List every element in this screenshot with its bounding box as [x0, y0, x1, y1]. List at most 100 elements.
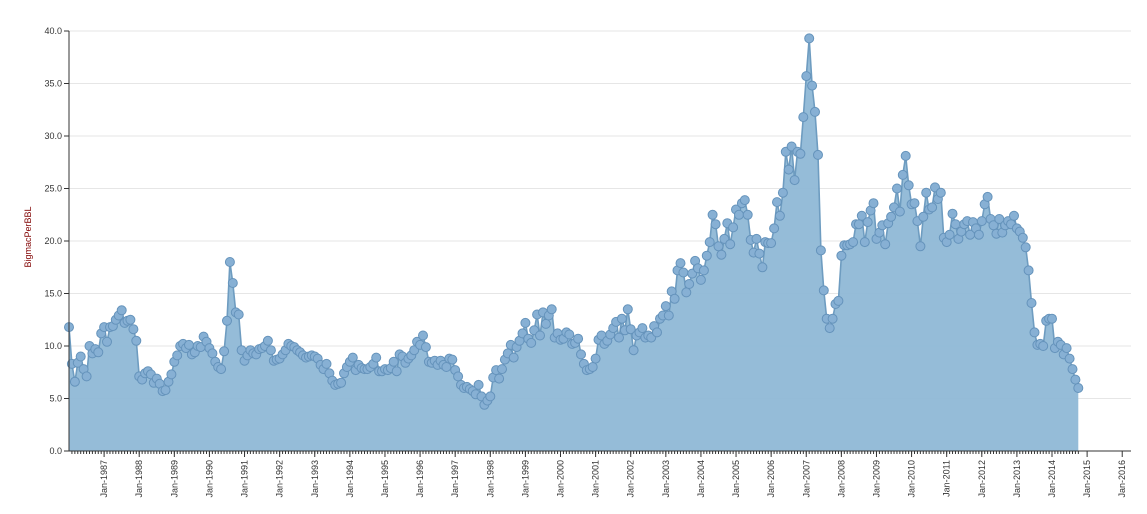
x-tick-label: Jan-2014 [1047, 460, 1057, 498]
area-chart: 0.0 5.0 10.0 15.0 20.0 25.0 30.0 35.0 40.0 Jan-1… [23, 26, 1131, 498]
data-point [725, 239, 736, 250]
data-point [807, 80, 818, 91]
x-axis: Jan-1987 Jan-1988 Jan-1989 Jan-1990 Jan-1991… [69, 450, 1131, 498]
data-point [590, 353, 601, 364]
data-point [1023, 265, 1034, 276]
data-point [508, 352, 519, 363]
data-point [102, 336, 112, 347]
data-point [160, 385, 171, 396]
data-point [757, 262, 768, 273]
data-point [216, 364, 227, 375]
data-point [1047, 313, 1057, 324]
data-point [1067, 364, 1078, 375]
data-point [848, 237, 859, 248]
data-point [950, 219, 961, 230]
y-tick-label: 25.0 [44, 184, 62, 194]
x-tick-label: Jan-2009 [871, 460, 881, 498]
data-point [698, 265, 709, 276]
data-point [734, 209, 744, 220]
data-point [184, 339, 194, 350]
data-point [391, 366, 402, 377]
data-point [810, 106, 820, 117]
data-point [681, 287, 692, 298]
x-tick-label: Jan-2012 [977, 460, 987, 498]
data-point [751, 233, 762, 244]
data-point [897, 169, 908, 180]
data-point [616, 313, 627, 324]
x-tick-label: Jan-2008 [836, 460, 846, 498]
data-point [704, 237, 715, 248]
data-point [927, 202, 938, 213]
x-tick-label: Jan-1989 [169, 460, 179, 498]
data-point [526, 337, 537, 348]
x-tick-label: Jan-2000 [556, 460, 566, 498]
y-axis: 0.0 5.0 10.0 15.0 20.0 25.0 30.0 35.0 40.0 [44, 26, 70, 456]
data-point [1017, 232, 1028, 243]
data-point [587, 362, 598, 372]
data-point [894, 206, 905, 217]
data-point [824, 323, 835, 334]
data-point [853, 219, 864, 230]
y-tick-label: 0.0 [49, 446, 62, 456]
data-point [1026, 298, 1037, 308]
data-point [789, 175, 800, 186]
data-point [973, 229, 984, 240]
data-point [1038, 341, 1049, 351]
data-point [827, 313, 838, 324]
data-point [833, 295, 844, 306]
data-point [1061, 343, 1072, 354]
x-tick-label: Jan-1997 [450, 460, 460, 498]
data-point [798, 112, 809, 123]
y-tick-label: 30.0 [44, 131, 62, 141]
data-point [1029, 327, 1040, 338]
data-point [420, 342, 431, 353]
data-point [836, 250, 847, 261]
data-point [701, 250, 712, 261]
data-point [93, 347, 104, 358]
data-point [716, 249, 727, 260]
data-point [262, 335, 273, 346]
data-point [903, 180, 914, 191]
data-point [774, 210, 785, 221]
data-point [540, 318, 551, 329]
data-point [684, 279, 695, 289]
data-point [546, 304, 557, 315]
data-point [321, 358, 332, 369]
data-point [675, 258, 686, 269]
data-point [418, 330, 428, 341]
data-point [166, 369, 177, 380]
y-tick-label: 10.0 [44, 341, 62, 351]
data-point [804, 33, 815, 44]
data-point [915, 241, 926, 252]
data-point [371, 352, 382, 363]
data-point [862, 217, 873, 228]
data-point [485, 391, 496, 402]
data-point [815, 245, 826, 256]
data-point [131, 335, 142, 346]
x-tick-label: Jan-1987 [99, 460, 109, 498]
data-point [494, 373, 505, 384]
x-tick-label: Jan-2004 [696, 460, 706, 498]
data-point [707, 209, 718, 220]
data-point [125, 314, 136, 325]
data-point [69, 376, 80, 387]
data-point [265, 345, 276, 356]
data-point [535, 330, 545, 341]
data-point [935, 187, 946, 198]
x-tick-label: Jan-2016 [1117, 460, 1127, 498]
data-point [497, 364, 507, 375]
data-point [1073, 383, 1084, 393]
data-point [81, 371, 92, 382]
y-tick-label: 35.0 [44, 79, 62, 89]
data-point [713, 241, 724, 252]
data-point [766, 238, 777, 249]
data-point [976, 216, 987, 227]
y-tick-label: 15.0 [44, 289, 62, 299]
data-point [447, 354, 458, 365]
x-tick-label: Jan-2011 [942, 460, 952, 497]
data-point [172, 350, 183, 361]
data-point [678, 267, 689, 278]
data-point [739, 195, 750, 206]
data-point [628, 345, 639, 356]
x-tick-label: Jan-2003 [661, 460, 671, 498]
